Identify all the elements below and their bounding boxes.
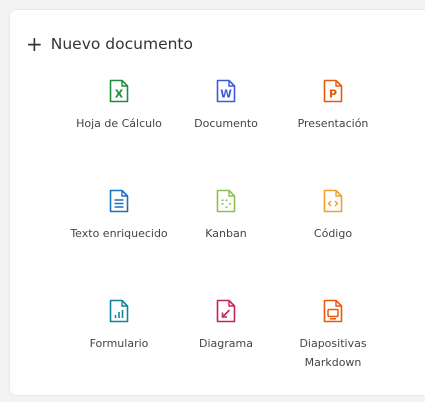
document-word-icon: W [216, 79, 236, 103]
svg-text:W: W [220, 89, 232, 101]
tile-label: Código [313, 227, 353, 240]
markdown-slides-icon [323, 299, 343, 323]
tile-label: Presentación [297, 117, 369, 130]
tile-label: Diapositivas Markdown [299, 337, 367, 369]
kanban-icon [216, 189, 236, 213]
new-code-button[interactable]: Código [283, 189, 383, 243]
new-form-button[interactable]: Formulario [69, 299, 169, 353]
spreadsheet-icon: X [109, 79, 129, 103]
new-diagram-button[interactable]: Diagrama [176, 299, 276, 353]
diagram-icon [216, 299, 236, 323]
tile-label: Hoja de Cálculo [76, 117, 162, 130]
new-presentation-button[interactable]: P Presentación [283, 79, 383, 133]
new-kanban-button[interactable]: Kanban [176, 189, 276, 243]
tile-label: Documento [194, 117, 258, 130]
form-icon [109, 299, 129, 323]
new-markdown-slides-button[interactable]: Diapositivas Markdown [283, 299, 383, 372]
new-document-title: Nuevo documento [50, 35, 193, 53]
rich-text-icon [109, 189, 129, 213]
new-rich-text-button[interactable]: Texto enriquecido [69, 189, 169, 243]
tile-label: Texto enriquecido [70, 227, 168, 240]
tile-label: Kanban [205, 227, 247, 240]
tile-label: Formulario [89, 337, 149, 350]
new-spreadsheet-button[interactable]: X Hoja de Cálculo [69, 79, 169, 133]
new-document-button[interactable]: W Documento [176, 79, 276, 133]
tile-label: Diagrama [199, 337, 253, 350]
svg-text:P: P [329, 88, 337, 101]
svg-text:X: X [115, 88, 124, 101]
new-document-header[interactable]: + Nuevo documento [26, 34, 193, 54]
code-icon [323, 189, 343, 213]
presentation-icon: P [323, 79, 343, 103]
plus-icon: + [26, 32, 43, 56]
